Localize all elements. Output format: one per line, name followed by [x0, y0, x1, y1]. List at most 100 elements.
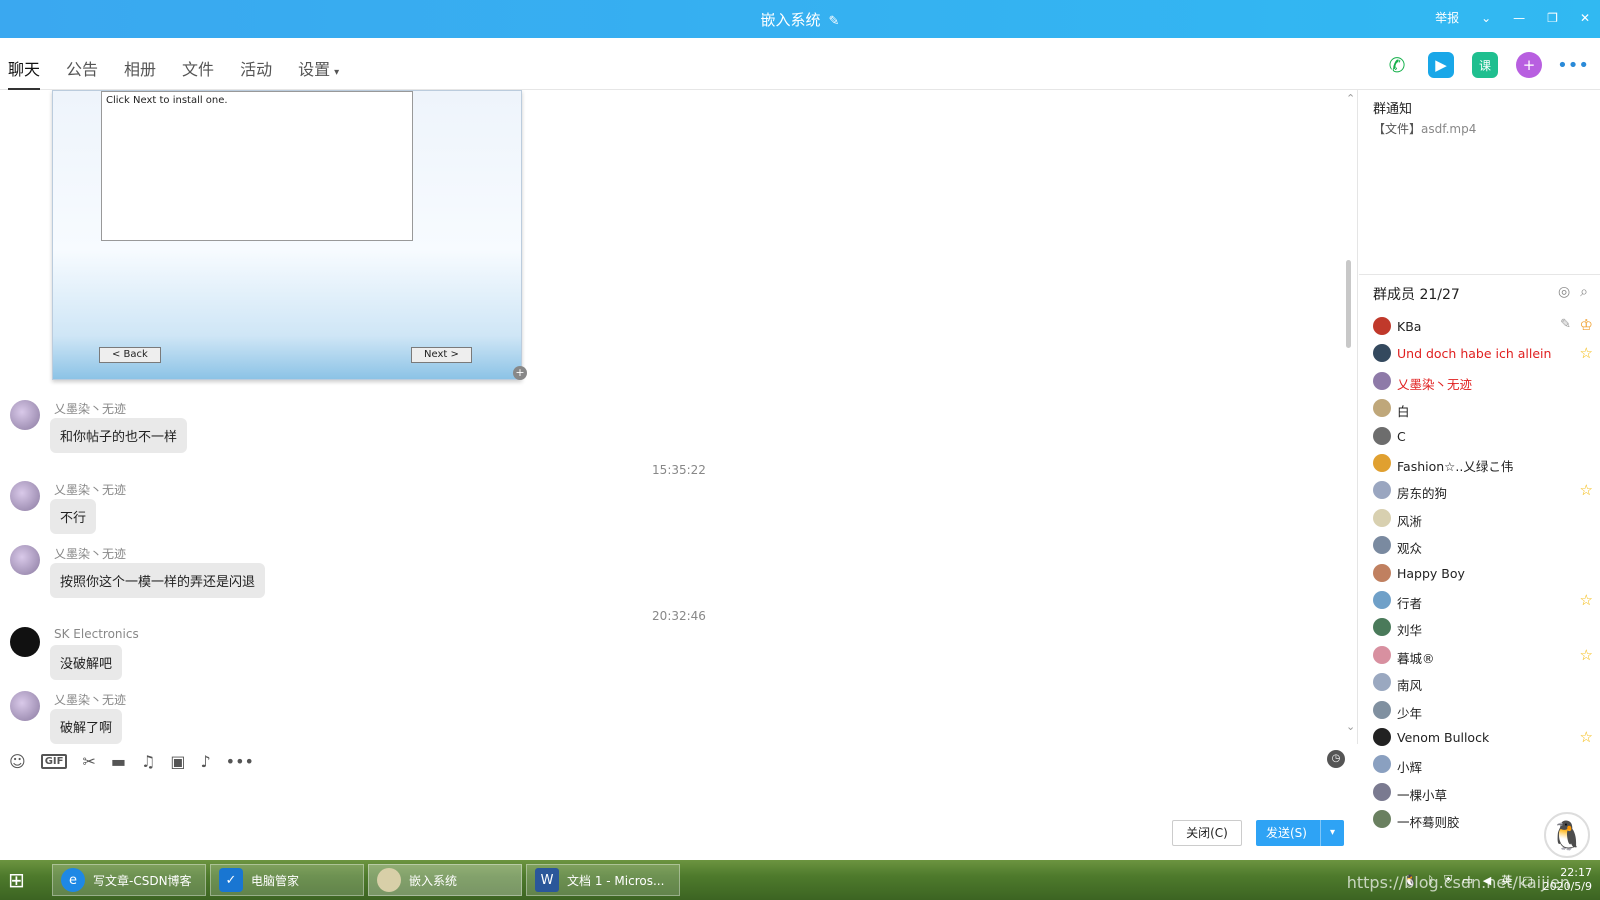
avatar[interactable]	[1373, 454, 1391, 472]
avatar[interactable]	[1373, 426, 1391, 445]
avatar[interactable]	[1373, 536, 1391, 555]
member-item[interactable]: 观众	[1373, 533, 1593, 557]
tab-files[interactable]: 文件	[182, 56, 214, 90]
gif-icon[interactable]: GIF	[40, 754, 68, 769]
avatar[interactable]	[1373, 728, 1391, 746]
avatar[interactable]	[1373, 673, 1391, 692]
minimize-icon[interactable]: —	[1513, 11, 1525, 25]
music-icon[interactable]: ♫	[141, 752, 155, 771]
send-button[interactable]: 发送(S) ▾	[1256, 820, 1344, 846]
avatar[interactable]	[1373, 371, 1391, 390]
member-item[interactable]: 小辉	[1373, 752, 1593, 776]
star-icon: ☆	[1579, 645, 1593, 664]
video-call-icon[interactable]: ▶	[1428, 52, 1454, 78]
avatar[interactable]	[10, 400, 40, 430]
windows-start-icon[interactable]: ⊞	[8, 868, 34, 892]
close-button[interactable]: 关闭(C)	[1172, 820, 1242, 846]
avatar[interactable]	[1373, 563, 1391, 582]
installer-next-button: Next >	[411, 347, 472, 363]
member-item[interactable]: 少年	[1373, 698, 1593, 722]
member-item[interactable]: 行者 ☆	[1373, 588, 1593, 612]
member-name: 少年	[1397, 705, 1423, 721]
emoji-icon[interactable]: ☺	[9, 752, 26, 771]
phone-call-icon[interactable]: ✆	[1384, 52, 1410, 78]
edit-icon[interactable]: ✎	[1560, 317, 1571, 332]
chat-scrollbar[interactable]	[1346, 260, 1351, 348]
search-icon[interactable]: ⌕	[1580, 284, 1588, 300]
avatar[interactable]	[1373, 508, 1391, 527]
tab-activity[interactable]: 活动	[240, 56, 272, 90]
collapse-down-icon[interactable]: ⌄	[1346, 720, 1355, 733]
avatar[interactable]	[1373, 810, 1391, 829]
avatar[interactable]	[1373, 645, 1391, 664]
restore-icon[interactable]: ❐	[1547, 11, 1558, 25]
edit-title-icon[interactable]: ✎	[829, 14, 840, 29]
member-item[interactable]: Venom Bullock ☆	[1373, 725, 1593, 749]
folder-icon[interactable]: ▬	[111, 752, 126, 771]
class-icon[interactable]: 课	[1472, 52, 1498, 78]
more-icon[interactable]: •••	[1557, 52, 1589, 78]
image-icon[interactable]: ▣	[170, 752, 185, 771]
scissors-icon[interactable]: ✂	[82, 752, 95, 771]
avatar[interactable]	[1373, 591, 1391, 609]
task-label: 嵌入系统	[409, 873, 458, 888]
avatar[interactable]	[10, 481, 40, 511]
task-csdn[interactable]: e 写文章-CSDN博客	[52, 864, 206, 896]
avatar[interactable]	[10, 545, 40, 575]
avatar[interactable]	[1373, 618, 1391, 637]
close-icon[interactable]: ✕	[1580, 11, 1590, 25]
avatar[interactable]	[1373, 344, 1391, 363]
avatar[interactable]	[1373, 755, 1391, 774]
avatar[interactable]	[1373, 317, 1391, 335]
member-item[interactable]: 一棵小草	[1373, 780, 1593, 804]
member-item[interactable]: 房东的狗 ☆	[1373, 478, 1593, 502]
chevron-down-icon[interactable]: ⌄	[1481, 11, 1491, 25]
task-word[interactable]: W 文档 1 - Micros...	[526, 864, 680, 896]
member-item[interactable]: 暮城® ☆	[1373, 643, 1593, 667]
more-tools-icon[interactable]: •••	[226, 752, 254, 771]
tab-announcement[interactable]: 公告	[66, 56, 98, 90]
member-name: 刘华	[1397, 623, 1423, 639]
group-notice-title: 群通知	[1373, 102, 1413, 117]
member-item[interactable]: 乂墨染丶无迹	[1373, 369, 1593, 393]
browser-icon: e	[61, 868, 85, 892]
invite-icon[interactable]: ◎	[1558, 284, 1570, 300]
report-link[interactable]: 举报	[1435, 9, 1459, 26]
qq-mascot-icon[interactable]: 🐧	[1544, 812, 1590, 858]
star-icon: ☆	[1579, 481, 1593, 500]
tab-chat[interactable]: 聊天	[8, 56, 41, 90]
avatar[interactable]	[1373, 399, 1391, 418]
timestamp: 20:32:46	[652, 609, 706, 623]
member-item[interactable]: 风淅	[1373, 506, 1593, 530]
message-sender: 乂墨染丶无迹	[54, 402, 127, 416]
history-icon[interactable]: ◷	[1327, 750, 1345, 768]
member-item[interactable]: Fashion☆..乂绿こ伟	[1373, 451, 1593, 475]
zoom-icon[interactable]: +	[513, 366, 527, 380]
member-item[interactable]: C	[1373, 424, 1593, 448]
member-item[interactable]: KBa ✎ ♔	[1373, 314, 1593, 338]
avatar[interactable]	[1373, 700, 1391, 719]
member-item[interactable]: 南风	[1373, 670, 1593, 694]
composer-toolbar: ☺ GIF ✂ ▬ ♫ ▣ ♪ •••	[9, 752, 254, 771]
collapse-up-icon[interactable]: ⌃	[1346, 92, 1355, 105]
group-notice-body[interactable]: 【文件】asdf.mp4	[1373, 120, 1476, 137]
send-options-chevron-icon[interactable]: ▾	[1320, 820, 1344, 846]
avatar[interactable]	[10, 627, 40, 657]
chat-area[interactable]: Click Next to install one. < Back Next >…	[0, 90, 1358, 744]
avatar[interactable]	[1373, 481, 1391, 500]
installer-back-button: < Back	[99, 347, 161, 363]
avatar[interactable]	[1373, 782, 1391, 801]
bell-icon[interactable]: ♪	[200, 752, 210, 771]
member-item[interactable]: Und doch habe ich allein ☆	[1373, 341, 1593, 365]
member-item[interactable]: 白	[1373, 396, 1593, 420]
tab-album[interactable]: 相册	[124, 56, 156, 90]
add-icon[interactable]: +	[1516, 52, 1542, 78]
screenshot-image[interactable]: Click Next to install one. < Back Next >	[52, 90, 522, 380]
task-qq-group[interactable]: 嵌入系统	[368, 864, 522, 896]
member-item[interactable]: Happy Boy	[1373, 561, 1593, 585]
member-item[interactable]: 刘华	[1373, 615, 1593, 639]
avatar[interactable]	[10, 691, 40, 721]
member-name: 白	[1397, 404, 1410, 420]
tab-settings[interactable]: 设置 ▾	[298, 56, 339, 90]
task-pc-manager[interactable]: ✓ 电脑管家	[210, 864, 364, 896]
